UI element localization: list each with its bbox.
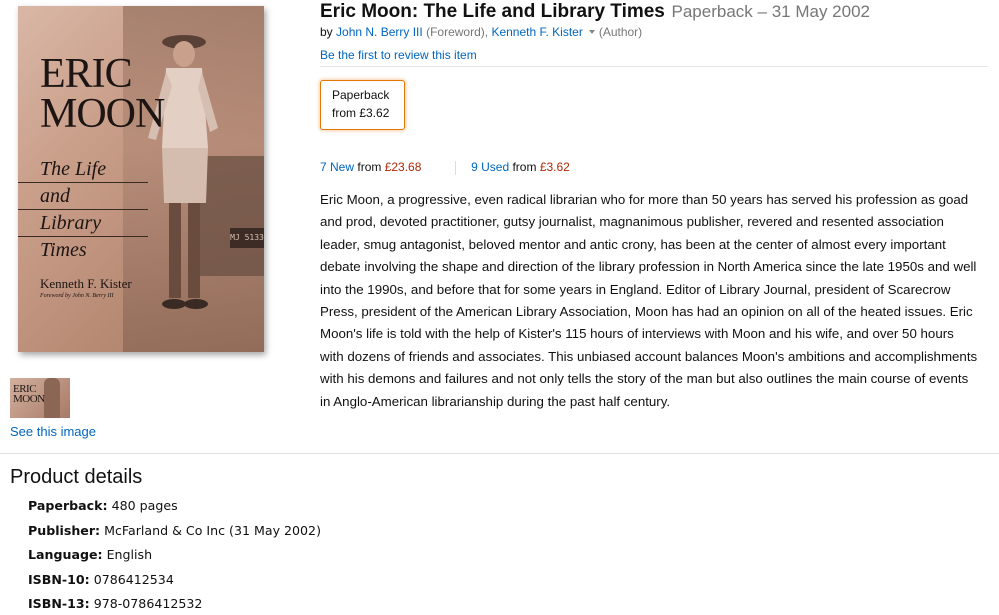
- cover-subtitle: The Life and Library Times: [40, 158, 107, 261]
- product-description: Eric Moon, a progressive, even radical l…: [320, 192, 978, 409]
- detail-row-isbn10: ISBN-10: 0786412534: [28, 571, 174, 587]
- cover-thumbnail[interactable]: ERIC MOON: [10, 378, 70, 418]
- new-from-text: from: [357, 160, 382, 174]
- used-offers-link[interactable]: 9 Used: [471, 160, 509, 174]
- contributor-link[interactable]: John N. Berry III: [336, 25, 423, 39]
- swatch-label: Paperback: [332, 88, 390, 102]
- contributor-role: (Author): [598, 25, 643, 39]
- contributor-link[interactable]: Kenneth F. Kister: [491, 25, 582, 39]
- cover-author: Kenneth F. Kister: [40, 276, 132, 291]
- cover-title: ERIC MOON: [40, 51, 165, 137]
- detail-row-language: Language: English: [28, 547, 153, 562]
- byline-prefix: by: [320, 25, 333, 39]
- format-swatch-paperback[interactable]: Paperback from £3.62: [320, 80, 405, 130]
- product-title: Eric Moon: The Life and Library Times: [320, 1, 665, 22]
- new-offers-link[interactable]: 7 New: [320, 160, 354, 174]
- detail-row-paperback: Paperback: 480 pages: [28, 498, 178, 513]
- thumbnail-figure: [44, 378, 60, 418]
- format-and-date: Paperback – 31 May 2002: [671, 2, 870, 21]
- product-details-heading: Product details: [10, 466, 143, 488]
- section-divider: [0, 453, 999, 454]
- product-title-line: Eric Moon: The Life and Library Times Pa…: [320, 1, 870, 23]
- detail-row-publisher: Publisher: McFarland & Co Inc (31 May 20…: [28, 522, 321, 538]
- offers-separator: [454, 160, 456, 175]
- book-cover-image[interactable]: MJ 5133 ERIC MOON The Life and Library T…: [18, 6, 264, 352]
- chevron-down-icon[interactable]: [588, 29, 595, 34]
- detail-row-isbn13: ISBN-13: 978-0786412532: [28, 596, 203, 611]
- new-price: £23.68: [384, 160, 422, 174]
- byline: by John N. Berry III (Foreword), Kenneth…: [320, 25, 642, 39]
- used-from-text: from: [512, 160, 537, 174]
- see-this-image-link[interactable]: See this image: [10, 424, 96, 439]
- offers-row: 7 New from £23.68 9 Used from £3.62: [320, 160, 570, 175]
- contributor-role: (Foreword),: [426, 25, 489, 39]
- cover-art: MJ 5133 ERIC MOON The Life and Library T…: [18, 6, 264, 352]
- divider: [320, 66, 988, 67]
- cover-license-plate: MJ 5133: [230, 228, 264, 248]
- write-review-link[interactable]: Be the first to review this item: [320, 48, 477, 62]
- thumbnail-title: ERIC MOON: [13, 383, 45, 405]
- used-price: £3.62: [539, 160, 570, 174]
- product-details-list: Paperback: 480 pages Publisher: McFarlan…: [28, 497, 321, 615]
- cover-foreword: Foreword by John N. Berry III: [40, 293, 114, 299]
- swatch-price: from £3.62: [332, 106, 390, 120]
